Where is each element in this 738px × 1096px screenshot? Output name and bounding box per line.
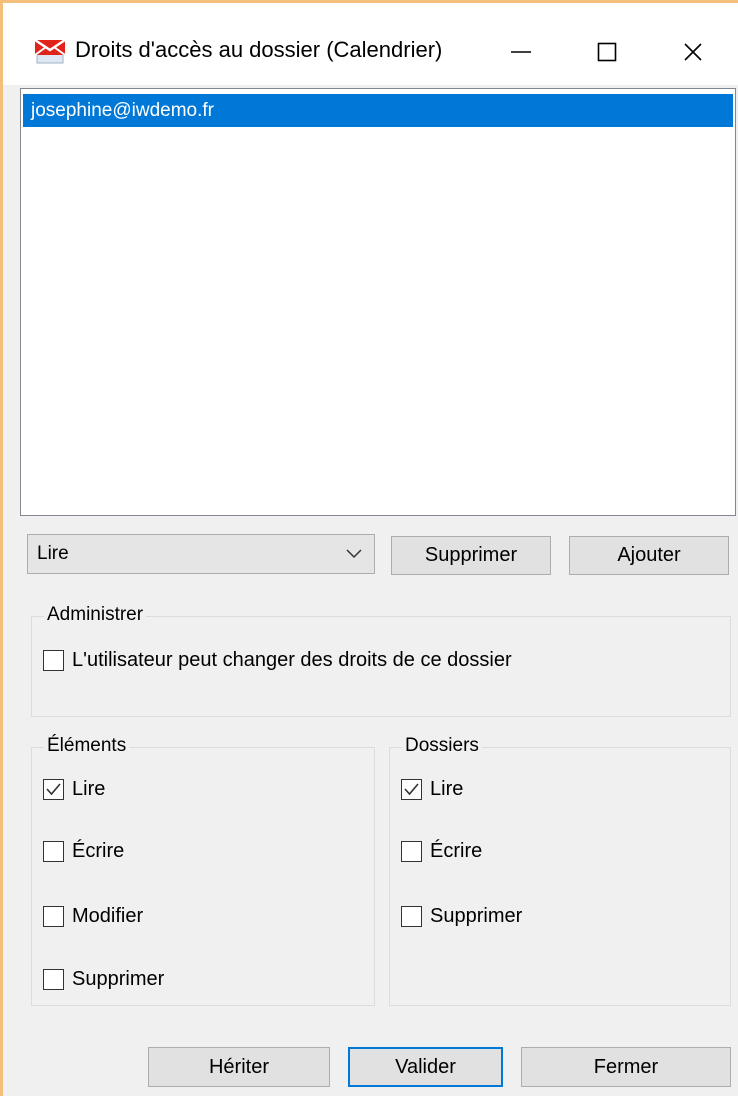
user-listbox[interactable]: josephine@iwdemo.fr [20,88,736,516]
admin-checkbox-row[interactable]: L'utilisateur peut changer des droits de… [43,646,512,674]
list-item[interactable]: josephine@iwdemo.fr [23,94,733,127]
mail-envelope-icon [34,38,66,64]
elements-supprimer-row[interactable]: Supprimer [43,965,164,993]
elements-group-label: Éléments [44,734,130,758]
minimize-button[interactable] [498,29,544,75]
elements-lire-label: Lire [72,777,106,800]
dossiers-ecrire-row[interactable]: Écrire [401,837,482,865]
elements-ecrire-checkbox[interactable] [43,840,64,862]
minimize-icon [511,51,531,53]
dossiers-supprimer-label: Supprimer [430,904,523,927]
elements-supprimer-checkbox[interactable] [43,968,64,990]
chevron-down-icon [346,549,362,559]
elements-modifier-label: Modifier [72,904,144,927]
checkmark-icon [404,782,419,795]
elements-ecrire-label: Écrire [72,839,125,862]
dialog-body: josephine@iwdemo.fr Lire Supprimer Ajout… [3,85,738,1096]
dossiers-ecrire-label: Écrire [430,839,483,862]
elements-supprimer-label: Supprimer [72,967,165,990]
elements-lire-row[interactable]: Lire [43,775,105,803]
close-icon [684,43,702,61]
administrer-group: Administrer L'utilisateur peut changer d… [31,603,731,717]
close-button[interactable] [670,29,716,75]
dossiers-lire-row[interactable]: Lire [401,775,463,803]
permission-dropdown-value: Lire [37,543,69,564]
administrer-group-label: Administrer [44,603,147,627]
admin-checkbox[interactable] [43,649,64,671]
dossiers-ecrire-checkbox[interactable] [401,840,422,862]
dossiers-lire-label: Lire [430,777,464,800]
admin-checkbox-label: L'utilisateur peut changer des droits de… [72,648,512,671]
fermer-button[interactable]: Fermer [521,1047,731,1087]
valider-button[interactable]: Valider [348,1047,503,1087]
elements-modifier-row[interactable]: Modifier [43,902,143,930]
supprimer-button[interactable]: Supprimer [391,536,551,575]
dialog-window: Droits d'accès au dossier (Calendrier) j… [0,0,738,1096]
checkmark-icon [46,782,61,795]
dossiers-group: Dossiers Lire Écrire Supprimer [389,734,731,1006]
dossiers-lire-checkbox[interactable] [401,778,422,800]
dossiers-supprimer-checkbox[interactable] [401,905,422,927]
maximize-button[interactable] [584,29,630,75]
elements-lire-checkbox[interactable] [43,778,64,800]
elements-ecrire-row[interactable]: Écrire [43,837,124,865]
permission-dropdown[interactable]: Lire [27,534,375,574]
maximize-icon [597,42,617,62]
title-bar[interactable]: Droits d'accès au dossier (Calendrier) [3,3,738,85]
dossiers-supprimer-row[interactable]: Supprimer [401,902,522,930]
ajouter-button[interactable]: Ajouter [569,536,729,575]
heriter-button[interactable]: Hériter [148,1047,330,1087]
elements-group: Éléments Lire Écrire Modifier Supprimer [31,734,375,1006]
elements-modifier-checkbox[interactable] [43,905,64,927]
dossiers-group-label: Dossiers [402,734,482,758]
window-title: Droits d'accès au dossier (Calendrier) [75,37,443,62]
